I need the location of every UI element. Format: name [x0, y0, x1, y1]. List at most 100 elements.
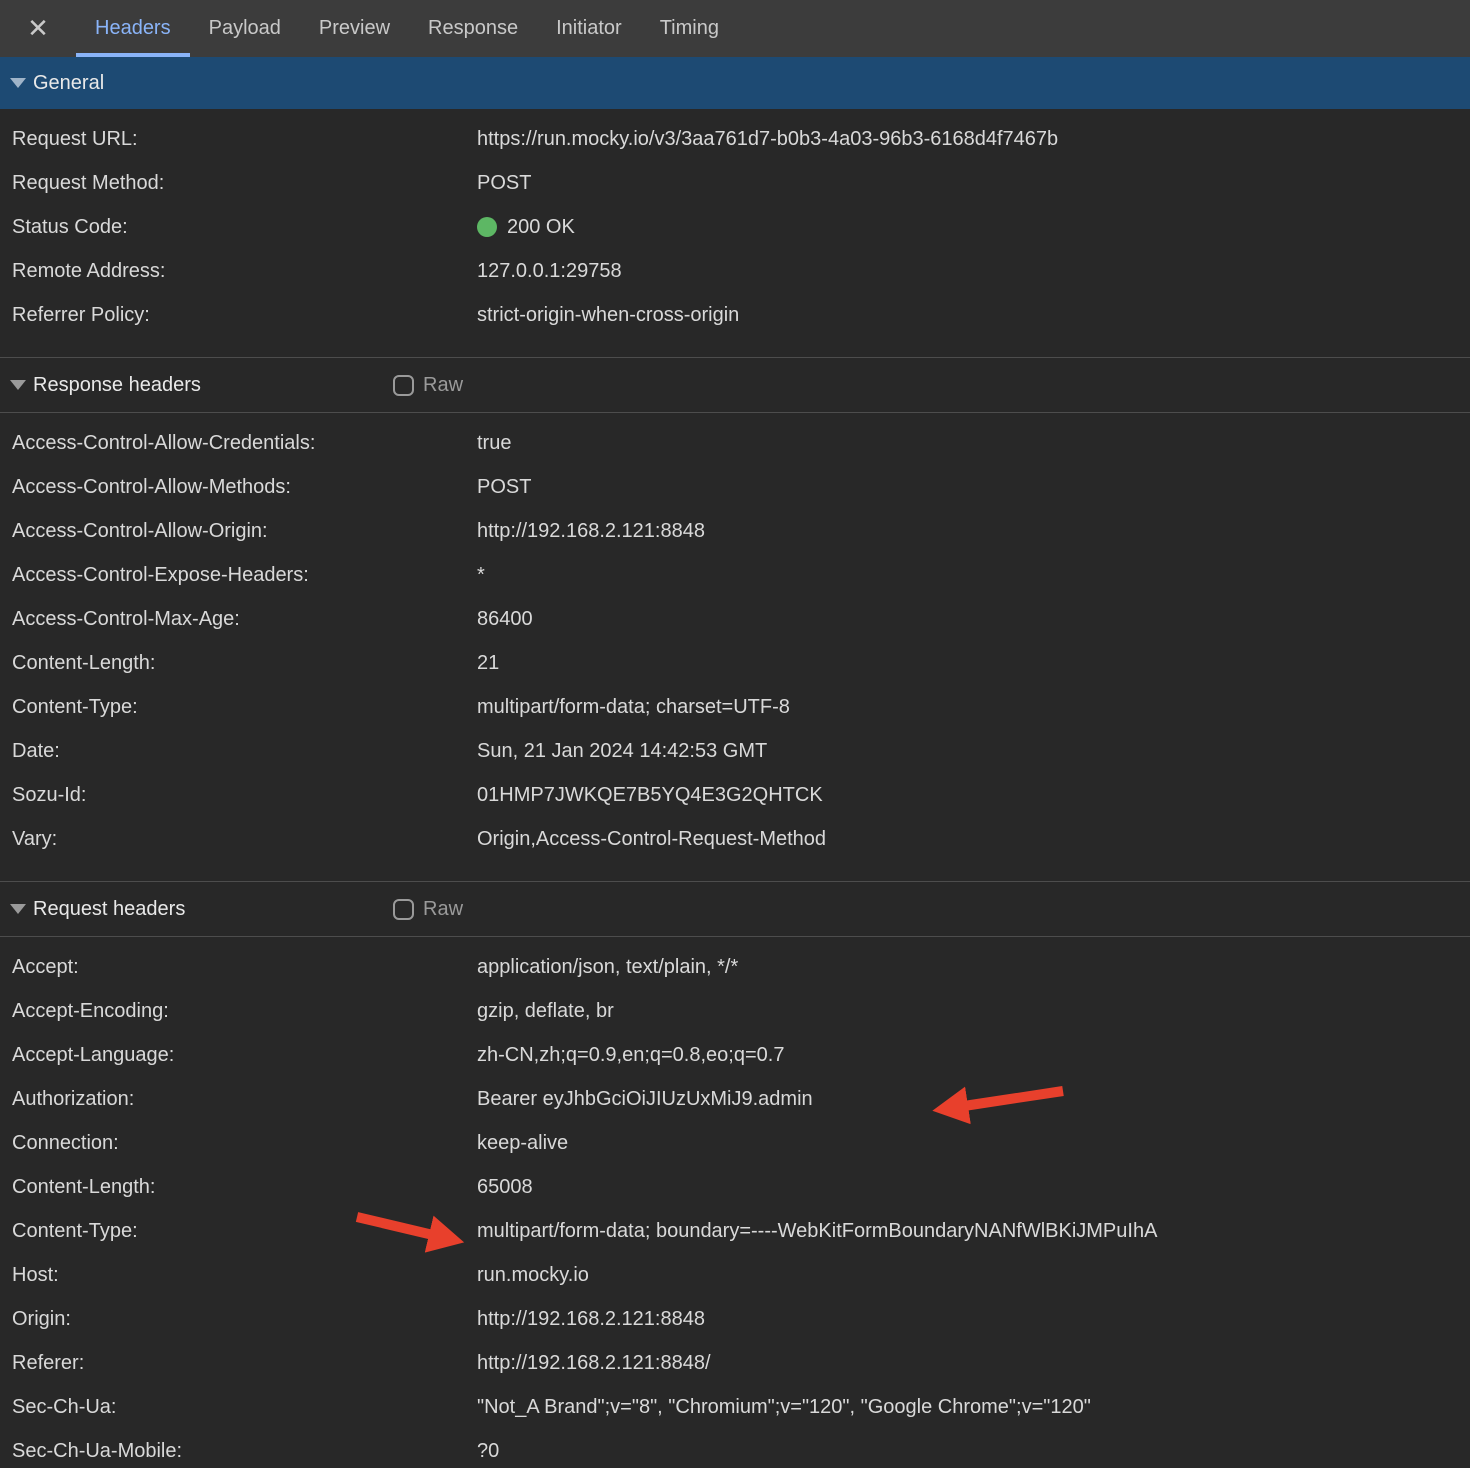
header-name: Sozu-Id:	[12, 784, 477, 807]
tab-timing[interactable]: Timing	[641, 0, 738, 57]
tab-payload[interactable]: Payload	[190, 0, 300, 57]
header-row: Remote Address:127.0.0.1:29758	[0, 249, 1470, 293]
chevron-down-icon	[10, 904, 26, 914]
header-row: Date:Sun, 21 Jan 2024 14:42:53 GMT	[0, 729, 1470, 773]
header-row: Accept-Encoding:gzip, deflate, br	[0, 989, 1470, 1033]
header-name: Referrer Policy:	[12, 304, 477, 327]
header-name: Access-Control-Allow-Methods:	[12, 476, 477, 499]
header-name: Sec-Ch-Ua-Mobile:	[12, 1440, 477, 1463]
header-row: Content-Type:multipart/form-data; bounda…	[0, 1209, 1470, 1253]
header-value: POST	[477, 476, 1470, 499]
header-row: Authorization:Bearer eyJhbGciOiJIUzUxMiJ…	[0, 1077, 1470, 1121]
header-name: Accept:	[12, 956, 477, 979]
chevron-down-icon	[10, 78, 26, 88]
header-name: Access-Control-Allow-Credentials:	[12, 432, 477, 455]
header-value: zh-CN,zh;q=0.9,en;q=0.8,eo;q=0.7	[477, 1044, 1470, 1067]
header-value: ?0	[477, 1440, 1470, 1463]
header-value: Origin,Access-Control-Request-Method	[477, 828, 1470, 851]
header-value: true	[477, 432, 1470, 455]
header-value: http://192.168.2.121:8848	[477, 1308, 1470, 1331]
header-name: Sec-Ch-Ua:	[12, 1396, 477, 1419]
header-name: Referer:	[12, 1352, 477, 1375]
header-value: 86400	[477, 608, 1470, 631]
header-row: Content-Type:multipart/form-data; charse…	[0, 685, 1470, 729]
header-name: Content-Type:	[12, 1220, 477, 1243]
header-value: strict-origin-when-cross-origin	[477, 304, 1470, 327]
header-row: Request Method:POST	[0, 161, 1470, 205]
section-header-request-headers[interactable]: Request headers Raw	[0, 881, 1470, 937]
header-value: multipart/form-data; boundary=----WebKit…	[477, 1220, 1470, 1243]
header-value: application/json, text/plain, */*	[477, 956, 1470, 979]
header-row: Sozu-Id:01HMP7JWKQE7B5YQ4E3G2QHTCK	[0, 773, 1470, 817]
header-value: POST	[477, 172, 1470, 195]
raw-label: Raw	[423, 898, 463, 921]
header-name: Content-Length:	[12, 652, 477, 675]
header-row: Origin:http://192.168.2.121:8848	[0, 1297, 1470, 1341]
section-header-general[interactable]: General	[0, 57, 1470, 109]
raw-checkbox[interactable]	[393, 375, 414, 396]
header-name: Connection:	[12, 1132, 477, 1155]
header-name: Authorization:	[12, 1088, 477, 1111]
header-name: Content-Type:	[12, 696, 477, 719]
header-row: Accept:application/json, text/plain, */*	[0, 945, 1470, 989]
header-row: Access-Control-Max-Age:86400	[0, 597, 1470, 641]
header-row: Access-Control-Allow-Methods:POST	[0, 465, 1470, 509]
header-value: gzip, deflate, br	[477, 1000, 1470, 1023]
header-name: Host:	[12, 1264, 477, 1287]
header-row: Sec-Ch-Ua:"Not_A Brand";v="8", "Chromium…	[0, 1385, 1470, 1429]
header-row: Connection:keep-alive	[0, 1121, 1470, 1165]
header-name: Access-Control-Allow-Origin:	[12, 520, 477, 543]
header-name: Accept-Language:	[12, 1044, 477, 1067]
header-name: Status Code:	[12, 216, 477, 239]
header-value: run.mocky.io	[477, 1264, 1470, 1287]
header-row: Accept-Language:zh-CN,zh;q=0.9,en;q=0.8,…	[0, 1033, 1470, 1077]
header-value: 200 OK	[477, 216, 1470, 239]
request-header-rows: Accept:application/json, text/plain, */*…	[0, 937, 1470, 1468]
header-value: https://run.mocky.io/v3/3aa761d7-b0b3-4a…	[477, 128, 1470, 151]
header-row: Vary:Origin,Access-Control-Request-Metho…	[0, 817, 1470, 861]
section-title: Request headers	[33, 898, 393, 921]
header-value: *	[477, 564, 1470, 587]
header-name: Access-Control-Max-Age:	[12, 608, 477, 631]
raw-toggle-group: Raw	[393, 374, 463, 397]
header-value: 127.0.0.1:29758	[477, 260, 1470, 283]
tab-initiator[interactable]: Initiator	[537, 0, 641, 57]
response-header-rows: Access-Control-Allow-Credentials:trueAcc…	[0, 413, 1470, 881]
header-row: Status Code:200 OK	[0, 205, 1470, 249]
tab-headers[interactable]: Headers	[76, 0, 190, 57]
header-row: Access-Control-Allow-Origin:http://192.1…	[0, 509, 1470, 553]
header-value: multipart/form-data; charset=UTF-8	[477, 696, 1470, 719]
header-row: Content-Length:21	[0, 641, 1470, 685]
tab-preview[interactable]: Preview	[300, 0, 409, 57]
header-name: Accept-Encoding:	[12, 1000, 477, 1023]
status-dot-icon	[477, 217, 497, 237]
raw-checkbox[interactable]	[393, 899, 414, 920]
header-value: Bearer eyJhbGciOiJIUzUxMiJ9.admin	[477, 1088, 1470, 1111]
header-value: http://192.168.2.121:8848	[477, 520, 1470, 543]
header-row: Content-Length:65008	[0, 1165, 1470, 1209]
chevron-down-icon	[10, 380, 26, 390]
header-value: 01HMP7JWKQE7B5YQ4E3G2QHTCK	[477, 784, 1470, 807]
header-value: keep-alive	[477, 1132, 1470, 1155]
header-row: Request URL:https://run.mocky.io/v3/3aa7…	[0, 117, 1470, 161]
header-name: Content-Length:	[12, 1176, 477, 1199]
header-row: Host:run.mocky.io	[0, 1253, 1470, 1297]
header-name: Date:	[12, 740, 477, 763]
general-rows: Request URL:https://run.mocky.io/v3/3aa7…	[0, 109, 1470, 357]
header-value: Sun, 21 Jan 2024 14:42:53 GMT	[477, 740, 1470, 763]
header-value: http://192.168.2.121:8848/	[477, 1352, 1470, 1375]
header-value: "Not_A Brand";v="8", "Chromium";v="120",…	[477, 1396, 1470, 1419]
header-value: 21	[477, 652, 1470, 675]
header-value: 65008	[477, 1176, 1470, 1199]
section-title: General	[33, 72, 104, 95]
header-name: Remote Address:	[12, 260, 477, 283]
header-row: Access-Control-Allow-Credentials:true	[0, 421, 1470, 465]
section-header-response-headers[interactable]: Response headers Raw	[0, 357, 1470, 413]
raw-label: Raw	[423, 374, 463, 397]
tab-response[interactable]: Response	[409, 0, 537, 57]
header-name: Request Method:	[12, 172, 477, 195]
header-row: Referrer Policy:strict-origin-when-cross…	[0, 293, 1470, 337]
close-icon[interactable]: ✕	[12, 0, 64, 57]
header-name: Request URL:	[12, 128, 477, 151]
header-row: Referer:http://192.168.2.121:8848/	[0, 1341, 1470, 1385]
